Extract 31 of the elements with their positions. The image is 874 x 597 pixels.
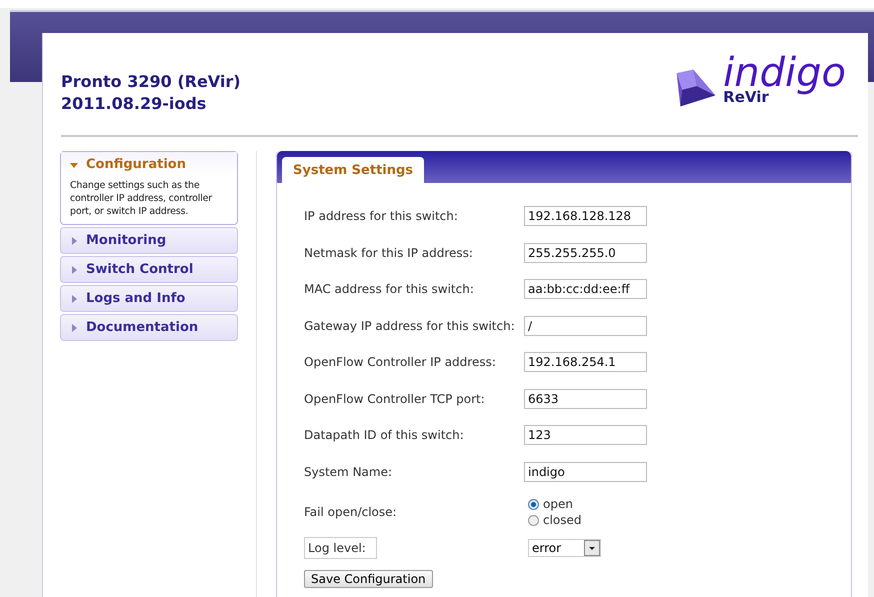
logo-wordmark: indigo (723, 53, 846, 93)
input-field[interactable]: 255.255.255.0 (524, 242, 647, 262)
firmware-version: 2011.08.29-iods (61, 93, 208, 115)
input-field[interactable]: 192.168.128.128 (524, 206, 647, 226)
section-description: Change settings such as the controller IP address, controller port, or switch IP address. (69, 179, 214, 219)
field-label: System Name: (304, 464, 394, 478)
save-button[interactable]: Save Configuration (304, 570, 433, 588)
field-label: Datapath ID of this switch: (304, 428, 465, 442)
radio-option[interactable]: closed (528, 513, 582, 527)
input-field[interactable]: indigo (524, 462, 647, 482)
field-label: OpenFlow Controller IP address: (304, 355, 497, 369)
input-field[interactable]: 6633 (524, 388, 647, 408)
field-label: IP address for this switch: (304, 209, 459, 223)
accordion-header[interactable]: Monitoring (61, 228, 237, 253)
tab[interactable]: System Settings (282, 157, 424, 183)
accordion-header[interactable]: Logs and Info (61, 286, 237, 311)
device-title: Pronto 3290 (ReVir) (61, 71, 241, 93)
field-label: Log level: (308, 541, 367, 555)
field-label: Gateway IP address for this switch: (304, 318, 516, 332)
field-label: Netmask for this IP address: (304, 246, 474, 260)
accordion-header[interactable]: Switch Control (61, 257, 237, 282)
accordion-header[interactable]: Documentation (61, 315, 237, 340)
field-label: OpenFlow Controller TCP port: (304, 392, 486, 406)
field-label: Fail open/close: (304, 505, 398, 519)
input-field[interactable]: 123 (524, 425, 647, 445)
input-field[interactable]: aa:bb:cc:dd:ee:ff (524, 279, 647, 299)
radio-option[interactable]: open (528, 497, 582, 511)
field-label: MAC address for this switch: (304, 282, 475, 296)
input-field[interactable]: / (524, 316, 647, 336)
input-field[interactable]: 192.168.254.1 (524, 352, 647, 372)
dropdown[interactable]: error (528, 539, 601, 557)
